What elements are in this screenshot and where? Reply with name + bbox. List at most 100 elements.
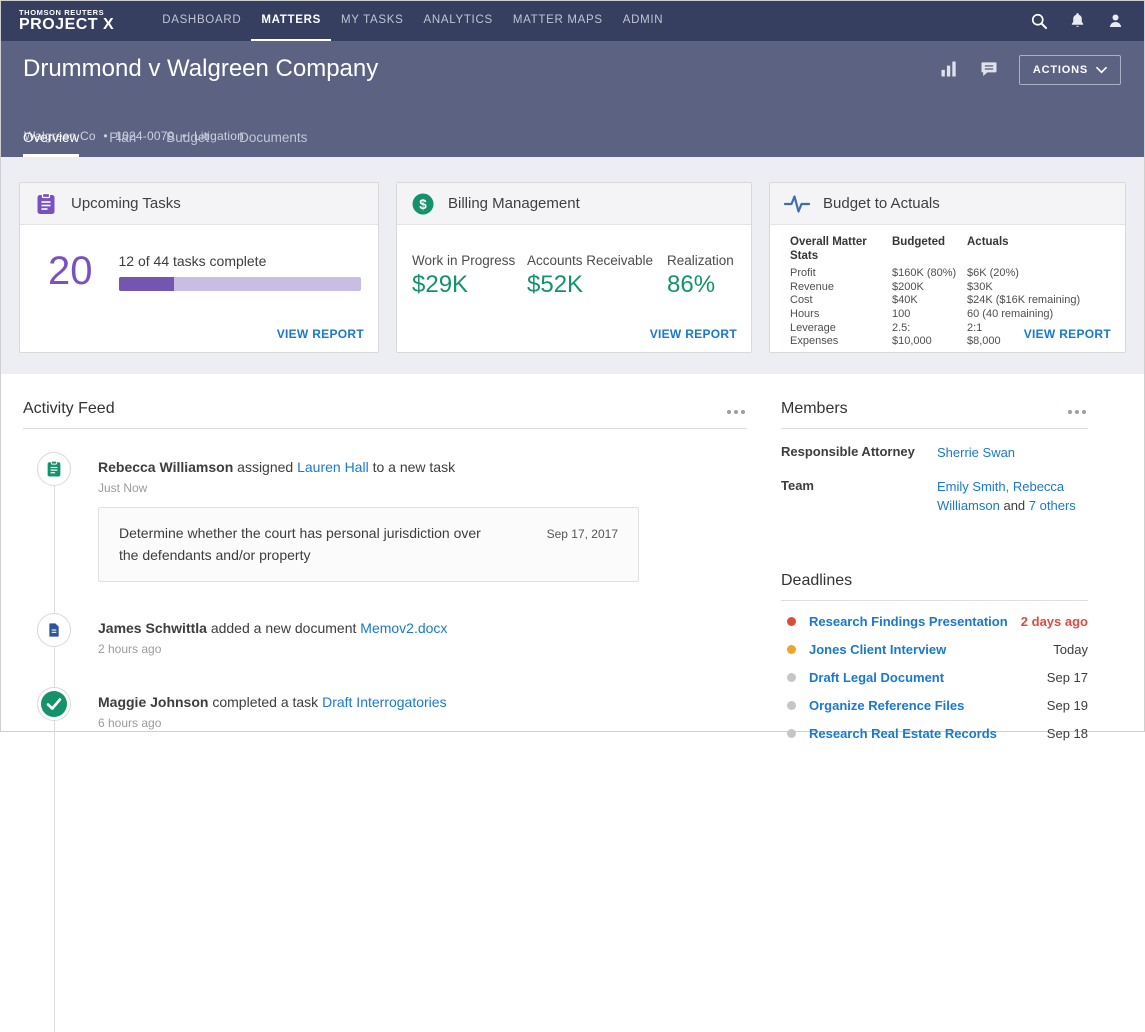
responsible-attorney-label: Responsible Attorney <box>781 444 915 459</box>
status-dot-upcoming <box>787 728 796 738</box>
deadline-link[interactable]: Organize Reference Files <box>809 698 964 713</box>
tab-budget[interactable]: Budget <box>166 130 209 157</box>
activity-item-document-added: James Schwittla added a new document Mem… <box>23 613 747 656</box>
bar-chart-icon[interactable] <box>939 59 961 81</box>
card-title: Upcoming Tasks <box>71 195 181 212</box>
search-icon[interactable] <box>1028 10 1050 32</box>
notifications-bell-icon[interactable] <box>1066 10 1088 32</box>
col-header-budgeted: Budgeted <box>892 236 946 248</box>
activity-timestamp: Just Now <box>98 481 148 495</box>
deadline-row: Research Real Estate Records Sep 18 <box>781 726 1088 741</box>
activity-text: Rebecca Williamson assigned Lauren Hall … <box>98 459 456 475</box>
check-circle-icon <box>41 691 67 718</box>
nav-item-my-tasks[interactable]: MY TASKS <box>331 1 413 41</box>
deadline-due: Sep 18 <box>1046 725 1088 741</box>
dollar-icon: $ <box>412 193 434 214</box>
deadlines-title: Deadlines <box>781 571 853 589</box>
tab-plan[interactable]: Plan <box>109 130 136 157</box>
table-row-cost: Cost $40K $24K ($16K remaining) <box>790 294 1081 307</box>
team-row: Team Emily Smith, Rebecca Williamson and… <box>781 478 1088 516</box>
view-report-link-billing[interactable]: VIEW REPORT <box>650 327 737 341</box>
pulse-icon <box>784 194 810 213</box>
upcoming-tasks-card: Upcoming Tasks 20 12 of 44 tasks complet… <box>19 182 379 353</box>
deadline-link[interactable]: Draft Legal Document <box>809 670 944 685</box>
app-logo[interactable]: THOMSON REUTERS PROJECT X <box>19 1 114 41</box>
status-dot-overdue <box>787 616 796 626</box>
deadlines-list: Research Findings Presentation 2 days ag… <box>781 614 1088 741</box>
activity-timestamp: 2 hours ago <box>98 642 162 657</box>
actions-label: ACTIONS <box>1032 64 1088 76</box>
comments-icon[interactable] <box>979 59 1001 81</box>
view-report-link-tasks[interactable]: VIEW REPORT <box>277 327 364 341</box>
stat-work-in-progress: Work in Progress $29K <box>412 253 527 299</box>
tasks-progress-text: 12 of 44 tasks complete <box>118 253 267 269</box>
activity-feed-more-menu-icon[interactable] <box>725 406 747 418</box>
team-label: Team <box>781 477 814 493</box>
col-header-actuals: Actuals <box>967 236 1009 248</box>
activity-item-task-completed: Maggie Johnson completed a task Draft In… <box>23 687 747 730</box>
table-row-profit: Profit $160K (80%) $6K (20%) <box>790 267 1019 280</box>
stat-value: $29K <box>412 271 469 298</box>
deadline-link[interactable]: Jones Client Interview <box>809 642 946 657</box>
deadline-row: Jones Client Interview Today <box>781 642 1088 657</box>
team-others-link[interactable]: 7 others <box>1029 498 1076 513</box>
stat-realization: Realization 86% <box>667 253 736 299</box>
table-row-hours: Hours 100 60 (40 remaining) <box>790 307 1054 320</box>
top-nav-bar: THOMSON REUTERS PROJECT X DASHBOARD MATT… <box>1 1 1144 41</box>
stat-label: Realization <box>667 253 734 268</box>
user-account-icon[interactable] <box>1104 10 1126 32</box>
nav-item-matters[interactable]: MATTERS <box>251 1 331 41</box>
tab-documents[interactable]: Documents <box>239 130 307 157</box>
stat-label: Accounts Receivable <box>527 253 654 268</box>
progress-fill <box>118 277 175 291</box>
deadline-row: Draft Legal Document Sep 17 <box>781 670 1088 685</box>
matter-title: Drummond v Walgreen Company <box>23 55 379 82</box>
deadline-link[interactable]: Research Findings Presentation <box>809 614 1008 629</box>
matter-tabs: Overview Plan Budget Documents <box>23 130 307 157</box>
status-dot-upcoming <box>787 700 796 710</box>
team-value: Emily Smith, Rebecca Williamson and 7 ot… <box>937 478 1076 513</box>
deadline-due: 2 days ago <box>1020 613 1088 629</box>
task-due-date: Sep 17, 2017 <box>546 527 618 541</box>
activity-feed-list: Rebecca Williamson assigned Lauren Hall … <box>23 452 747 1032</box>
responsible-attorney-link[interactable]: Sherrie Swan <box>937 445 1015 460</box>
stat-accounts-receivable: Accounts Receivable $52K <box>527 253 667 299</box>
members-more-menu-icon[interactable] <box>1066 406 1088 418</box>
summary-cards-band: Upcoming Tasks 20 12 of 44 tasks complet… <box>1 157 1144 374</box>
deadline-due: Sep 19 <box>1046 697 1088 713</box>
task-preview-card[interactable]: Determine whether the court has personal… <box>98 507 639 583</box>
document-link[interactable]: Memov2.docx <box>360 620 447 636</box>
primary-nav: DASHBOARD MATTERS MY TASKS ANALYTICS MAT… <box>152 1 673 41</box>
status-dot-upcoming <box>787 672 796 682</box>
svg-text:$: $ <box>419 197 427 212</box>
activity-feed-title: Activity Feed <box>23 400 115 417</box>
nav-item-analytics[interactable]: ANALYTICS <box>413 1 502 41</box>
logo-line2: PROJECT X <box>19 16 115 34</box>
task-description: Determine whether the court has personal… <box>119 525 481 563</box>
stat-value: 86% <box>667 271 716 298</box>
nav-item-dashboard[interactable]: DASHBOARD <box>152 1 251 41</box>
activity-text: James Schwittla added a new document Mem… <box>98 620 448 637</box>
billing-management-card: $ Billing Management Work in Progress $2… <box>396 182 752 353</box>
nav-item-admin[interactable]: ADMIN <box>613 1 674 41</box>
task-clipboard-icon <box>47 460 61 477</box>
actions-button[interactable]: ACTIONS <box>1018 55 1121 85</box>
matter-header: Drummond v Walgreen Company Walgreen Co … <box>1 41 1144 157</box>
deadline-row: Research Findings Presentation 2 days ag… <box>781 614 1088 629</box>
deadline-link[interactable]: Research Real Estate Records <box>809 726 997 741</box>
view-report-link-budget[interactable]: VIEW REPORT <box>1024 327 1111 341</box>
tasks-progress-bar <box>118 277 361 291</box>
clipboard-icon <box>37 192 55 214</box>
activity-timestamp: 6 hours ago <box>98 716 162 731</box>
assignee-link[interactable]: Lauren Hall <box>297 459 369 475</box>
budget-to-actuals-card: Budget to Actuals Overall Matter Stats B… <box>769 182 1126 353</box>
status-dot-today <box>787 644 796 654</box>
col-header-stats: Overall Matter Stats <box>790 236 867 262</box>
stat-label: Work in Progress <box>412 253 516 268</box>
nav-item-matter-maps[interactable]: MATTER MAPS <box>503 1 613 41</box>
task-link[interactable]: Draft Interrogatories <box>322 694 447 710</box>
tab-overview[interactable]: Overview <box>23 130 80 157</box>
table-row-revenue: Revenue $200K $30K <box>790 280 993 293</box>
card-title: Budget to Actuals <box>823 195 940 212</box>
activity-item-task-assigned: Rebecca Williamson assigned Lauren Hall … <box>23 452 747 583</box>
